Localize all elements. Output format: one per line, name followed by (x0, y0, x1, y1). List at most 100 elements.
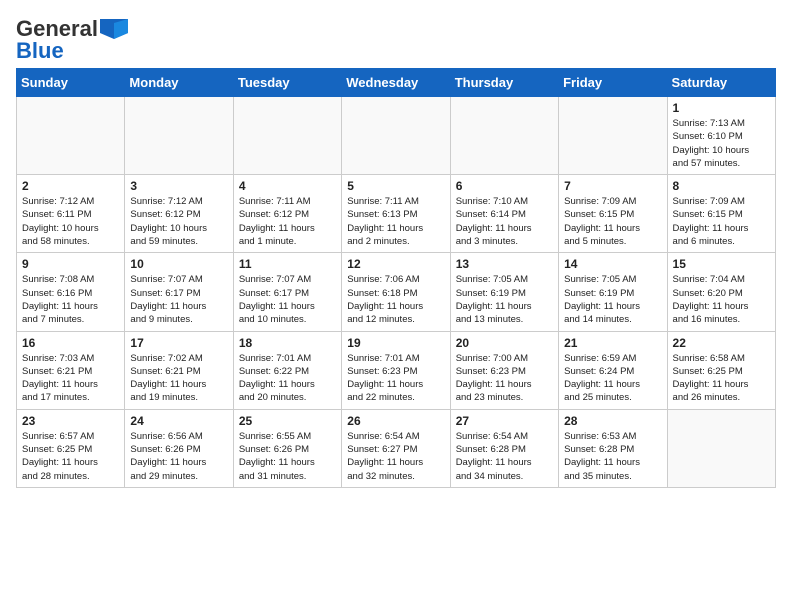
day-info: Sunrise: 7:00 AM Sunset: 6:23 PM Dayligh… (456, 352, 553, 405)
day-cell: 14Sunrise: 7:05 AM Sunset: 6:19 PM Dayli… (559, 253, 667, 331)
day-cell: 5 Sunrise: 7:11 AM Sunset: 6:13 PM Daylig… (342, 175, 450, 253)
day-cell: 10 Sunrise: 7:07 AM Sunset: 6:17 PM Dayli… (125, 253, 233, 331)
day-cell (342, 97, 450, 175)
day-cell: 2 Sunrise: 7:12 AM Sunset: 6:11 PM Daylig… (17, 175, 125, 253)
day-number: 21 (564, 336, 661, 350)
day-cell (667, 409, 775, 487)
logo-blue: Blue (16, 38, 64, 64)
day-info: Sunrise: 7:07 AM Sunset: 6:17 PM Dayligh… (130, 273, 227, 326)
day-number: 15 (673, 257, 770, 271)
day-number: 13 (456, 257, 553, 271)
day-cell: 1 Sunrise: 7:13 AM Sunset: 6:10 PM Daylig… (667, 97, 775, 175)
day-info: Sunrise: 6:57 AM Sunset: 6:25 PM Dayligh… (22, 430, 119, 483)
day-cell (450, 97, 558, 175)
week-row-2: 9 Sunrise: 7:08 AM Sunset: 6:16 PM Daylig… (17, 253, 776, 331)
day-info: Sunrise: 7:11 AM Sunset: 6:13 PM Dayligh… (347, 195, 444, 248)
day-cell: 21 Sunrise: 6:59 AM Sunset: 6:24 PM Dayli… (559, 331, 667, 409)
day-cell: 24 Sunrise: 6:56 AM Sunset: 6:26 PM Dayli… (125, 409, 233, 487)
day-number: 6 (456, 179, 553, 193)
day-number: 1 (673, 101, 770, 115)
logo: General Blue (16, 16, 128, 64)
day-cell (559, 97, 667, 175)
day-cell: 9 Sunrise: 7:08 AM Sunset: 6:16 PM Daylig… (17, 253, 125, 331)
day-cell: 27Sunrise: 6:54 AM Sunset: 6:28 PM Dayli… (450, 409, 558, 487)
day-info: Sunrise: 7:10 AM Sunset: 6:14 PM Dayligh… (456, 195, 553, 248)
day-cell: 26 Sunrise: 6:54 AM Sunset: 6:27 PM Dayli… (342, 409, 450, 487)
day-cell: 7 Sunrise: 7:09 AM Sunset: 6:15 PM Daylig… (559, 175, 667, 253)
header-friday: Friday (559, 69, 667, 97)
day-number: 9 (22, 257, 119, 271)
day-cell: 3 Sunrise: 7:12 AM Sunset: 6:12 PM Daylig… (125, 175, 233, 253)
day-cell: 23 Sunrise: 6:57 AM Sunset: 6:25 PM Dayli… (17, 409, 125, 487)
day-number: 4 (239, 179, 336, 193)
day-number: 26 (347, 414, 444, 428)
header-sunday: Sunday (17, 69, 125, 97)
day-info: Sunrise: 7:04 AM Sunset: 6:20 PM Dayligh… (673, 273, 770, 326)
day-info: Sunrise: 7:01 AM Sunset: 6:23 PM Dayligh… (347, 352, 444, 405)
day-cell: 8Sunrise: 7:09 AM Sunset: 6:15 PM Daylig… (667, 175, 775, 253)
day-cell: 11 Sunrise: 7:07 AM Sunset: 6:17 PM Dayli… (233, 253, 341, 331)
day-number: 10 (130, 257, 227, 271)
day-number: 7 (564, 179, 661, 193)
day-number: 20 (456, 336, 553, 350)
day-number: 14 (564, 257, 661, 271)
day-number: 19 (347, 336, 444, 350)
day-cell: 12 Sunrise: 7:06 AM Sunset: 6:18 PM Dayli… (342, 253, 450, 331)
day-cell: 16 Sunrise: 7:03 AM Sunset: 6:21 PM Dayli… (17, 331, 125, 409)
day-info: Sunrise: 7:12 AM Sunset: 6:12 PM Dayligh… (130, 195, 227, 248)
day-info: Sunrise: 7:01 AM Sunset: 6:22 PM Dayligh… (239, 352, 336, 405)
day-number: 24 (130, 414, 227, 428)
day-cell: 20 Sunrise: 7:00 AM Sunset: 6:23 PM Dayli… (450, 331, 558, 409)
day-cell: 18 Sunrise: 7:01 AM Sunset: 6:22 PM Dayli… (233, 331, 341, 409)
day-info: Sunrise: 7:09 AM Sunset: 6:15 PM Dayligh… (673, 195, 770, 248)
day-cell (233, 97, 341, 175)
day-info: Sunrise: 7:06 AM Sunset: 6:18 PM Dayligh… (347, 273, 444, 326)
header-tuesday: Tuesday (233, 69, 341, 97)
day-cell (17, 97, 125, 175)
day-cell: 17Sunrise: 7:02 AM Sunset: 6:21 PM Dayli… (125, 331, 233, 409)
day-cell: 4 Sunrise: 7:11 AM Sunset: 6:12 PM Daylig… (233, 175, 341, 253)
day-number: 23 (22, 414, 119, 428)
day-cell: 13 Sunrise: 7:05 AM Sunset: 6:19 PM Dayli… (450, 253, 558, 331)
weekday-header-row: SundayMondayTuesdayWednesdayThursdayFrid… (17, 69, 776, 97)
day-info: Sunrise: 6:58 AM Sunset: 6:25 PM Dayligh… (673, 352, 770, 405)
day-number: 16 (22, 336, 119, 350)
day-number: 3 (130, 179, 227, 193)
day-info: Sunrise: 6:53 AM Sunset: 6:28 PM Dayligh… (564, 430, 661, 483)
day-info: Sunrise: 6:59 AM Sunset: 6:24 PM Dayligh… (564, 352, 661, 405)
week-row-0: 1 Sunrise: 7:13 AM Sunset: 6:10 PM Daylig… (17, 97, 776, 175)
day-info: Sunrise: 6:55 AM Sunset: 6:26 PM Dayligh… (239, 430, 336, 483)
day-cell: 19 Sunrise: 7:01 AM Sunset: 6:23 PM Dayli… (342, 331, 450, 409)
week-row-4: 23 Sunrise: 6:57 AM Sunset: 6:25 PM Dayli… (17, 409, 776, 487)
day-info: Sunrise: 7:08 AM Sunset: 6:16 PM Dayligh… (22, 273, 119, 326)
day-cell: 25Sunrise: 6:55 AM Sunset: 6:26 PM Dayli… (233, 409, 341, 487)
calendar-table: SundayMondayTuesdayWednesdayThursdayFrid… (16, 68, 776, 488)
page-header: General Blue (16, 16, 776, 64)
day-info: Sunrise: 7:07 AM Sunset: 6:17 PM Dayligh… (239, 273, 336, 326)
day-info: Sunrise: 7:09 AM Sunset: 6:15 PM Dayligh… (564, 195, 661, 248)
day-info: Sunrise: 7:11 AM Sunset: 6:12 PM Dayligh… (239, 195, 336, 248)
day-number: 18 (239, 336, 336, 350)
header-thursday: Thursday (450, 69, 558, 97)
day-cell (125, 97, 233, 175)
day-number: 27 (456, 414, 553, 428)
day-cell: 15 Sunrise: 7:04 AM Sunset: 6:20 PM Dayli… (667, 253, 775, 331)
day-info: Sunrise: 6:56 AM Sunset: 6:26 PM Dayligh… (130, 430, 227, 483)
day-info: Sunrise: 7:05 AM Sunset: 6:19 PM Dayligh… (456, 273, 553, 326)
day-number: 12 (347, 257, 444, 271)
header-wednesday: Wednesday (342, 69, 450, 97)
day-info: Sunrise: 7:03 AM Sunset: 6:21 PM Dayligh… (22, 352, 119, 405)
logo-flag-icon (100, 19, 128, 39)
day-info: Sunrise: 7:02 AM Sunset: 6:21 PM Dayligh… (130, 352, 227, 405)
day-number: 2 (22, 179, 119, 193)
day-number: 22 (673, 336, 770, 350)
day-cell: 28Sunrise: 6:53 AM Sunset: 6:28 PM Dayli… (559, 409, 667, 487)
day-info: Sunrise: 7:13 AM Sunset: 6:10 PM Dayligh… (673, 117, 770, 170)
day-info: Sunrise: 7:12 AM Sunset: 6:11 PM Dayligh… (22, 195, 119, 248)
day-info: Sunrise: 6:54 AM Sunset: 6:27 PM Dayligh… (347, 430, 444, 483)
week-row-1: 2 Sunrise: 7:12 AM Sunset: 6:11 PM Daylig… (17, 175, 776, 253)
day-number: 5 (347, 179, 444, 193)
day-number: 11 (239, 257, 336, 271)
week-row-3: 16 Sunrise: 7:03 AM Sunset: 6:21 PM Dayli… (17, 331, 776, 409)
day-cell: 6 Sunrise: 7:10 AM Sunset: 6:14 PM Daylig… (450, 175, 558, 253)
